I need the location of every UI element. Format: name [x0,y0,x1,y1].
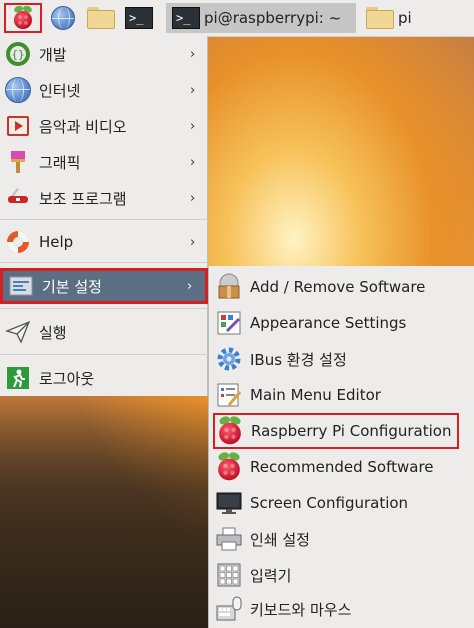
menu-separator [0,354,208,355]
menu-item-label: Help [39,233,74,251]
exit-icon [4,364,32,392]
task-folder-label: pi [398,9,412,27]
menu-item-label: 보조 프로그램 [39,189,127,208]
folder-icon [87,7,115,29]
menu-separator [0,308,208,309]
swiss-knife-icon [4,184,32,212]
menu-item-logout[interactable]: 로그아웃 [0,360,208,396]
terminal-icon: >_ [172,7,200,29]
file-manager-launcher[interactable] [84,3,118,33]
monitor-icon [214,488,244,518]
menu-item-help[interactable]: Help › [0,224,208,260]
printer-icon [214,524,244,554]
menu-editor-icon [214,380,244,410]
submenu-item-add-remove-software[interactable]: Add / Remove Software [209,270,474,304]
raspberry-icon [12,4,34,30]
chevron-right-icon: › [187,278,193,294]
menu-separator [0,262,208,263]
menu-item-label: 실행 [39,323,67,342]
raspberry-icon [215,414,245,446]
terminal-icon: >_ [125,7,153,29]
submenu-item-screen-configuration[interactable]: Screen Configuration [209,486,474,520]
menu-item-run[interactable]: 실행 [0,314,208,350]
taskbar: >_ >_ pi@raspberrypi: ~ pi [0,0,474,37]
submenu-item-appearance-settings[interactable]: Appearance Settings [209,306,474,340]
taskbar-task-folder[interactable]: pi [360,3,474,33]
submenu-item-input-method[interactable]: 입력기 [209,558,474,592]
chevron-right-icon: › [190,234,196,250]
menu-item-accessories[interactable]: 보조 프로그램 › [0,180,208,216]
terminal-prompt-glyph: >_ [129,11,144,25]
appearance-icon [214,308,244,338]
submenu-item-ibus-settings[interactable]: IBus 환경 설정 [209,342,474,376]
paper-plane-icon [4,318,32,346]
menu-item-label: 음악과 비디오 [39,117,127,136]
submenu-item-label: Add / Remove Software [250,278,426,296]
main-menu: {} 개발 › 인터넷 › 음악과 비디오 › 그래픽 › 보조 프로그램 › … [0,36,208,396]
submenu-item-label: 입력기 [250,566,292,585]
menu-item-sound-video[interactable]: 음악과 비디오 › [0,108,208,144]
globe-icon [4,76,32,104]
media-icon [4,112,32,140]
submenu-item-label: 키보드와 마우스 [250,600,352,619]
main-menu-button[interactable] [4,3,42,33]
menu-item-preferences[interactable]: 기본 설정 › [0,268,208,304]
taskbar-task-terminal[interactable]: >_ pi@raspberrypi: ~ [166,3,356,33]
ibus-gear-icon [214,344,244,374]
keyboard-mouse-icon [214,594,244,624]
menu-item-internet[interactable]: 인터넷 › [0,72,208,108]
submenu-item-label: Main Menu Editor [250,386,381,404]
preferences-icon [7,272,35,300]
submenu-item-recommended-software[interactable]: Recommended Software [209,450,474,484]
menu-item-graphics[interactable]: 그래픽 › [0,144,208,180]
chevron-right-icon: › [190,82,196,98]
menu-item-label: 인터넷 [39,81,81,100]
svg-text:{}: {} [11,48,24,61]
menu-separator [0,219,208,220]
submenu-item-label: Screen Configuration [250,494,409,512]
folder-icon [366,7,394,29]
menu-item-label: 기본 설정 [42,277,102,296]
chevron-right-icon: › [190,154,196,170]
terminal-launcher[interactable]: >_ [122,3,156,33]
terminal-prompt-glyph: >_ [176,11,191,25]
submenu-item-raspberry-pi-configuration[interactable]: Raspberry Pi Configuration [213,413,459,449]
chevron-right-icon: › [190,190,196,206]
chevron-right-icon: › [190,46,196,62]
submenu-item-label: 인쇄 설정 [250,530,310,549]
submenu-item-label: Appearance Settings [250,314,407,332]
menu-item-programming[interactable]: {} 개발 › [0,36,208,72]
globe-icon [51,6,75,30]
gear-dev-icon: {} [4,40,32,68]
package-icon [214,272,244,302]
chevron-right-icon: › [190,118,196,134]
task-terminal-label: pi@raspberrypi: ~ [204,9,342,27]
keyboard-grid-icon [214,560,244,590]
submenu-item-print-settings[interactable]: 인쇄 설정 [209,522,474,556]
submenu-item-label: Raspberry Pi Configuration [251,422,452,440]
submenu-item-label: Recommended Software [250,458,434,476]
submenu-item-keyboard-mouse[interactable]: 키보드와 마우스 [209,592,474,626]
submenu-item-main-menu-editor[interactable]: Main Menu Editor [209,378,474,412]
lifebuoy-icon [4,228,32,256]
menu-item-label: 개발 [39,45,67,64]
raspberry-icon [214,450,244,482]
preferences-submenu: Add / Remove Software Appearance Setting… [208,266,474,628]
web-browser-launcher[interactable] [48,3,78,33]
paintbrush-icon [4,148,32,176]
submenu-item-label: IBus 환경 설정 [250,350,347,369]
menu-item-label: 로그아웃 [39,369,95,388]
menu-item-label: 그래픽 [39,153,81,172]
